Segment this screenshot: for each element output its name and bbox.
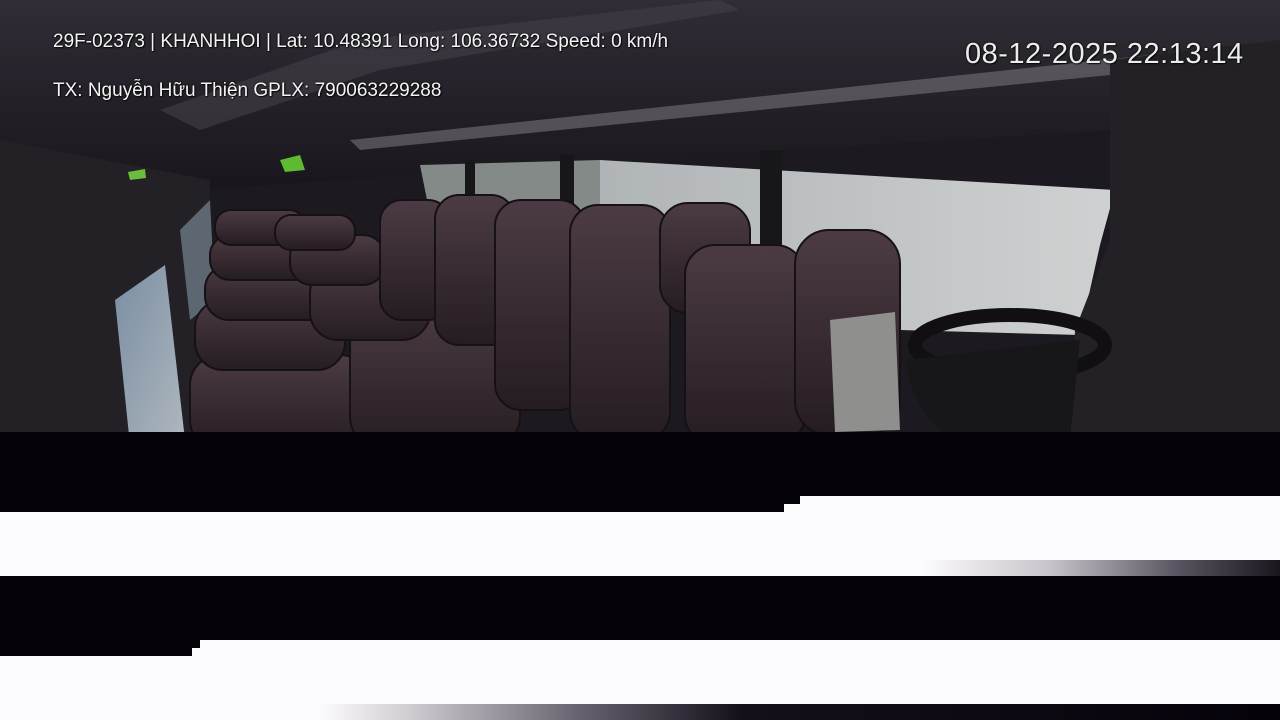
glitch-band: [0, 512, 1280, 560]
glitch-band: [0, 576, 1280, 640]
timestamp-overlay: 08-12-2025 22:13:14: [965, 38, 1244, 70]
glitch-band: [200, 640, 1280, 656]
glitch-band: [0, 656, 1280, 704]
glitch-band: [0, 560, 1280, 576]
glitch-band: [192, 648, 200, 656]
glitch-band: [800, 496, 1280, 512]
driver-info-overlay: TX: Nguyễn Hữu Thiện GPLX: 790063229288: [53, 80, 442, 101]
vehicle-info-overlay: 29F-02373 | KHANHHOI | Lat: 10.48391 Lon…: [53, 31, 669, 52]
glitch-band: [0, 704, 1280, 720]
camera-frame: 29F-02373 | KHANHHOI | Lat: 10.48391 Lon…: [0, 0, 1280, 720]
glitch-band: [784, 504, 800, 512]
